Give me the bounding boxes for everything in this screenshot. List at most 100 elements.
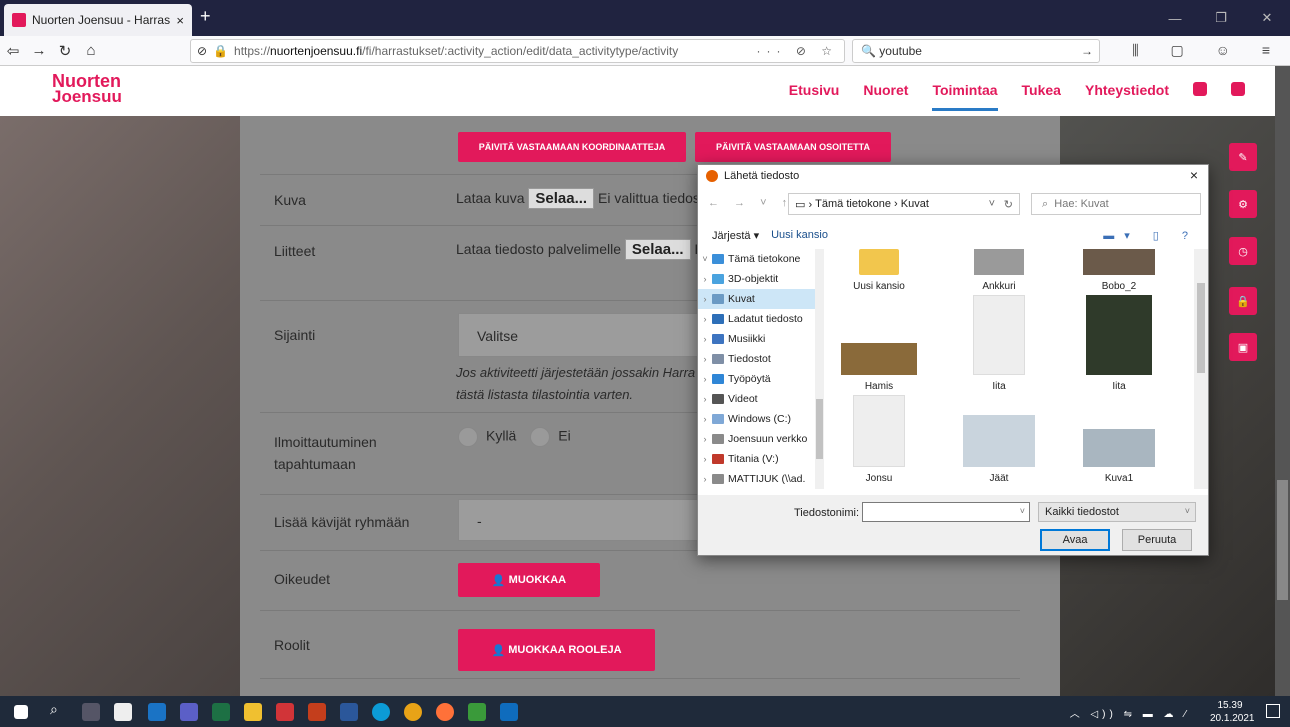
library-icon[interactable]: ⫼ ▢ ☺ ≡ xyxy=(1132,42,1284,59)
back-icon[interactable]: ⇦ xyxy=(0,42,26,60)
windows-start-icon[interactable] xyxy=(14,705,28,719)
menu-toimintaa[interactable]: Toimintaa xyxy=(932,82,998,111)
excel-icon[interactable] xyxy=(212,703,230,721)
file-item[interactable]: Uusi kansio xyxy=(824,249,934,292)
new-folder-button[interactable]: Uusi kansio xyxy=(771,229,828,241)
search-go-icon[interactable]: → xyxy=(1081,44,1093,58)
clock[interactable]: 15.39 20.1.2021 xyxy=(1210,699,1255,725)
page-scrollbar[interactable] xyxy=(1275,66,1290,696)
tree-item[interactable]: ˅ Tämä tietokone xyxy=(698,249,819,269)
restore-icon[interactable]: ❐ xyxy=(1198,0,1244,36)
rights-edit-button[interactable]: 👤 MUOKKAA xyxy=(458,563,600,597)
search-icon[interactable]: ⌕ xyxy=(50,701,68,719)
tree-item[interactable]: › Windows (C:) xyxy=(698,409,819,429)
file-item[interactable]: Ankkuri xyxy=(944,249,1054,292)
file-item[interactable]: Bobo_2 xyxy=(1064,249,1174,292)
file-item[interactable]: Jäät xyxy=(944,415,1054,484)
store-icon[interactable] xyxy=(114,703,132,721)
file-item[interactable]: Jonsu xyxy=(824,395,934,484)
filename-label: Tiedostonimi: xyxy=(794,507,860,519)
roles-edit-button[interactable]: 👤 MUOKKAA ROOLEJA xyxy=(458,629,655,671)
radio-yes[interactable] xyxy=(458,427,478,447)
lock-side-icon[interactable]: 🔒 xyxy=(1229,287,1257,315)
menu-etusivu[interactable]: Etusivu xyxy=(789,82,840,111)
reload-icon[interactable]: ↻ xyxy=(52,42,78,60)
firefox-taskbar-icon[interactable] xyxy=(436,703,454,721)
settings-side-icon[interactable]: ⚙ xyxy=(1229,190,1257,218)
path-dropdown-icon[interactable]: ˅ xyxy=(989,198,995,210)
view-options-icon[interactable]: ▬▾ ▯ ? xyxy=(1103,229,1198,242)
kuva-upload: Lataa kuva Selaa... Ei valittua tiedosto xyxy=(456,188,712,209)
menu-tukea[interactable]: Tukea xyxy=(1022,82,1061,111)
update-address-button[interactable]: PÄIVITÄ VASTAAMAAN OSOITETTA xyxy=(695,132,891,162)
url-bar[interactable]: ⊘ 🔒 https://nuortenjoensuu.fi/fi/harrast… xyxy=(190,39,845,63)
cancel-button[interactable]: Peruuta xyxy=(1122,529,1192,551)
sijainti-select[interactable]: Valitse xyxy=(458,313,708,357)
save-icon[interactable]: ▣ xyxy=(1229,333,1257,361)
task-view-icon[interactable] xyxy=(82,703,100,721)
site-logo[interactable]: Nuorten Joensuu xyxy=(52,72,122,105)
tab-close-button[interactable]: × xyxy=(176,13,184,28)
tree-item[interactable]: › Musiikki xyxy=(698,329,819,349)
tree-item[interactable]: › Tiedostot xyxy=(698,349,819,369)
url-actions-icon[interactable]: ··· ⊘ ☆ xyxy=(757,44,838,58)
refresh-icon[interactable]: ↻ xyxy=(1004,198,1013,211)
edge-legacy-icon[interactable] xyxy=(148,703,166,721)
organize-button[interactable]: Järjestä ▾ xyxy=(712,229,759,242)
menu-nuoret[interactable]: Nuoret xyxy=(863,82,908,111)
dialog-nav-arrows-icon[interactable]: ← → ˅ ↑ xyxy=(708,197,793,209)
file-item[interactable]: Iita xyxy=(944,295,1054,392)
kuva-browse-button[interactable]: Selaa... xyxy=(528,188,595,209)
image-thumbnail xyxy=(841,343,917,375)
file-item[interactable]: Hamis xyxy=(824,343,934,392)
tree-item[interactable]: › Joensuun verkko xyxy=(698,429,819,449)
file-item[interactable]: Kuva1 xyxy=(1064,429,1174,484)
system-tray-icons[interactable]: ︿ ◁)) ⇋ ▬ ☁ ⁄ xyxy=(1070,705,1190,720)
profile-card-icon[interactable] xyxy=(1231,82,1245,96)
clock-icon[interactable]: ◷ xyxy=(1229,237,1257,265)
chevron-down-icon[interactable]: ˅ xyxy=(1020,506,1025,516)
chrome-icon[interactable] xyxy=(404,703,422,721)
file-scrollbar[interactable] xyxy=(1194,249,1208,489)
edit-pencil-icon[interactable]: ✎ xyxy=(1229,143,1257,171)
tree-item-selected[interactable]: › Kuvat xyxy=(698,289,819,309)
home-icon[interactable]: ⌂ xyxy=(78,42,104,59)
group-select[interactable]: - xyxy=(458,499,708,541)
forward-icon[interactable]: → xyxy=(26,42,52,59)
tree-item[interactable]: › Ladatut tiedosto xyxy=(698,309,819,329)
tree-item[interactable]: › Titania (V:) xyxy=(698,449,819,469)
dialog-title-bar: Lähetä tiedosto × xyxy=(698,165,1208,187)
tree-item[interactable]: › Videot xyxy=(698,389,819,409)
app-icon[interactable] xyxy=(468,703,486,721)
notification-icon[interactable] xyxy=(1266,704,1280,718)
powerpoint-icon[interactable] xyxy=(308,703,326,721)
file-explorer-icon[interactable] xyxy=(244,703,262,721)
settings-icon[interactable] xyxy=(1193,82,1207,96)
tree-scrollbar[interactable] xyxy=(815,249,824,489)
filetype-select[interactable]: Kaikki tiedostot ˅ xyxy=(1038,502,1196,522)
open-button[interactable]: Avaa xyxy=(1040,529,1110,551)
filename-input[interactable]: ˅ xyxy=(862,502,1030,522)
word-icon[interactable] xyxy=(340,703,358,721)
dialog-close-button[interactable]: × xyxy=(1190,167,1198,183)
update-coords-button[interactable]: PÄIVITÄ VASTAAMAAN KOORDINAATTEJA xyxy=(458,132,686,162)
teams-icon[interactable] xyxy=(180,703,198,721)
radio-no[interactable] xyxy=(530,427,551,447)
new-tab-button[interactable]: + xyxy=(200,6,211,27)
close-window-icon[interactable]: ✕ xyxy=(1244,0,1290,36)
pdf-icon[interactable] xyxy=(276,703,294,721)
liitteet-browse-button[interactable]: Selaa... xyxy=(624,239,691,260)
search-bar[interactable]: 🔍 youtube → xyxy=(852,39,1100,63)
minimize-icon[interactable]: — xyxy=(1152,0,1198,36)
dialog-search-input[interactable]: ⌕ Hae: Kuvat xyxy=(1031,193,1201,215)
page-scroll-thumb[interactable] xyxy=(1277,480,1288,600)
dialog-path-bar[interactable]: ▭ › Tämä tietokone › Kuvat ˅ ↻ xyxy=(788,193,1020,215)
tree-item[interactable]: › Työpöytä xyxy=(698,369,819,389)
outlook-icon[interactable] xyxy=(500,703,518,721)
browser-tab[interactable]: Nuorten Joensuu - Harrastusha × xyxy=(4,4,192,36)
tree-item[interactable]: › 3D-objektit xyxy=(698,269,819,289)
menu-yhteystiedot[interactable]: Yhteystiedot xyxy=(1085,82,1169,111)
tree-item[interactable]: › MATTIJUK (\\ad. xyxy=(698,469,819,489)
file-item[interactable]: Iita xyxy=(1064,295,1174,392)
edge-icon[interactable] xyxy=(372,703,390,721)
